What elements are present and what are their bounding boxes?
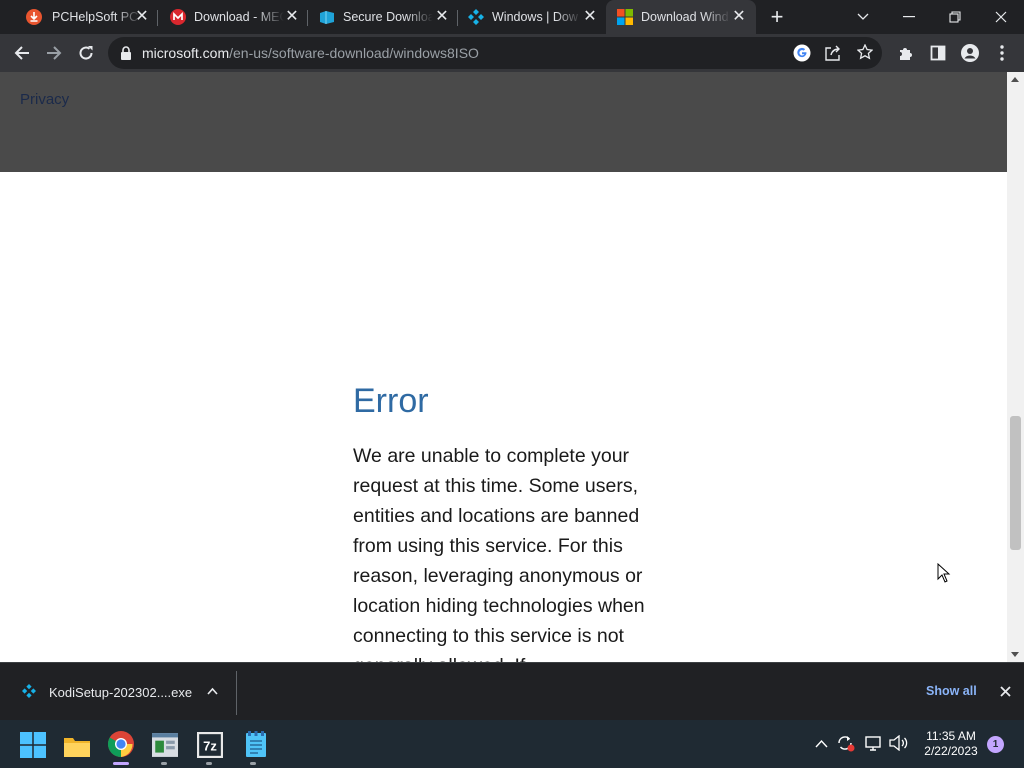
extensions-puzzle-icon[interactable]	[890, 37, 922, 69]
close-window-icon[interactable]	[978, 0, 1024, 34]
error-heading: Error	[353, 382, 429, 420]
volume-icon[interactable]	[889, 735, 908, 751]
clock-date: 2/22/2023	[924, 744, 978, 758]
tab-mega[interactable]: Download - MEG ✕	[158, 0, 308, 34]
profile-avatar-icon[interactable]	[954, 37, 986, 69]
minimize-icon[interactable]	[886, 0, 932, 34]
microsoft-logo-icon	[617, 9, 633, 25]
chrome-running-indicator	[113, 762, 129, 765]
error-message: We are unable to complete your request a…	[353, 445, 645, 662]
network-icon[interactable]	[864, 735, 882, 751]
url-host: microsoft.com	[142, 45, 230, 61]
reload-icon[interactable]	[70, 37, 102, 69]
forward-arrow-icon[interactable]	[38, 37, 70, 69]
privacy-link[interactable]: Privacy	[20, 91, 69, 108]
chevron-up-icon[interactable]	[207, 687, 218, 695]
notification-badge[interactable]: 1	[987, 736, 1004, 753]
scrollbar-thumb[interactable]	[1010, 416, 1021, 550]
download-item[interactable]: KodiSetup-202302....exe	[8, 669, 232, 715]
scroll-up-arrow-icon[interactable]	[1011, 77, 1019, 82]
vertical-scrollbar[interactable]	[1007, 72, 1024, 662]
windows-start-icon[interactable]	[20, 732, 46, 758]
notepad-running-indicator	[250, 762, 256, 765]
back-arrow-icon[interactable]	[6, 37, 38, 69]
kodi-file-icon	[22, 684, 36, 698]
google-lens-icon[interactable]	[793, 44, 811, 62]
svg-text:7z: 7z	[203, 738, 217, 753]
tab-download-windows[interactable]: Download Wind ✕	[606, 0, 756, 34]
tab-label: PCHelpSoft PC C	[52, 10, 142, 24]
web-page: Privacy Error We are unable to complete …	[0, 72, 1007, 662]
tab-close-icon[interactable]: ✕	[284, 9, 300, 25]
tab-strip: PCHelpSoft PC C ✕ Download - MEG ✕ Secur…	[0, 0, 1024, 34]
tab-close-icon[interactable]: ✕	[582, 9, 598, 25]
clock-time: 11:35 AM	[926, 729, 976, 743]
tab-search-chevron-icon[interactable]	[840, 0, 886, 34]
share-icon[interactable]	[825, 45, 842, 61]
bookmark-star-icon[interactable]	[857, 44, 873, 60]
close-download-bar-icon[interactable]	[1000, 686, 1011, 697]
7zip-icon[interactable]: 7z	[197, 732, 223, 758]
download-circle-icon	[26, 9, 42, 25]
tab-close-icon[interactable]: ✕	[134, 9, 150, 25]
download-separator	[236, 671, 237, 715]
blue-box-icon	[320, 11, 334, 24]
url-path: /en-us/software-download/windows8ISO	[229, 45, 479, 61]
scroll-down-arrow-icon[interactable]	[1011, 652, 1019, 657]
7zip-running-indicator	[206, 762, 212, 765]
tab-pchelpsoft[interactable]: PCHelpSoft PC C ✕	[8, 0, 158, 34]
chrome-icon[interactable]	[108, 731, 134, 757]
system-clock[interactable]: 11:35 AM 2/22/2023	[918, 729, 984, 759]
file-explorer-icon[interactable]	[64, 733, 90, 759]
browser-toolbar: microsoft.com/en-us/software-download/wi…	[0, 34, 1024, 72]
address-bar[interactable]: microsoft.com/en-us/software-download/wi…	[108, 37, 882, 69]
tab-label: Secure Downloa	[343, 10, 433, 24]
new-tab-plus-icon[interactable]: +	[760, 0, 794, 34]
tab-close-icon[interactable]: ✕	[434, 9, 450, 25]
tab-label: Download Wind	[641, 10, 729, 24]
mega-icon	[170, 9, 186, 25]
restore-icon[interactable]	[932, 0, 978, 34]
lock-icon[interactable]	[120, 46, 132, 60]
tab-secure-download[interactable]: Secure Downloa ✕	[308, 0, 458, 34]
chrome-menu-kebab-icon[interactable]	[986, 37, 1018, 69]
side-panel-icon[interactable]	[922, 37, 954, 69]
url-text[interactable]: microsoft.com/en-us/software-download/wi…	[142, 45, 479, 61]
control-panel-icon[interactable]	[152, 732, 178, 758]
tab-windows-kodi[interactable]: Windows | Dow ✕	[458, 0, 606, 34]
page-footer-band: Privacy	[0, 72, 1007, 172]
sync-icon[interactable]	[836, 734, 856, 752]
tab-label: Windows | Dow	[492, 10, 578, 24]
show-all-button[interactable]: Show all	[926, 684, 977, 698]
download-filename: KodiSetup-202302....exe	[49, 685, 193, 700]
show-hidden-icons-chevron-icon[interactable]	[815, 739, 828, 748]
control-panel-running-indicator	[161, 762, 167, 765]
download-shelf: KodiSetup-202302....exe Show all	[0, 662, 1024, 720]
mouse-pointer-icon	[937, 563, 951, 583]
tab-label: Download - MEG	[194, 10, 284, 24]
tab-close-icon[interactable]: ✕	[731, 9, 747, 25]
windows-taskbar: 7z 11:35 AM 2/22/2023	[0, 720, 1024, 768]
notepad-icon[interactable]	[243, 731, 269, 757]
kodi-icon	[468, 9, 484, 25]
